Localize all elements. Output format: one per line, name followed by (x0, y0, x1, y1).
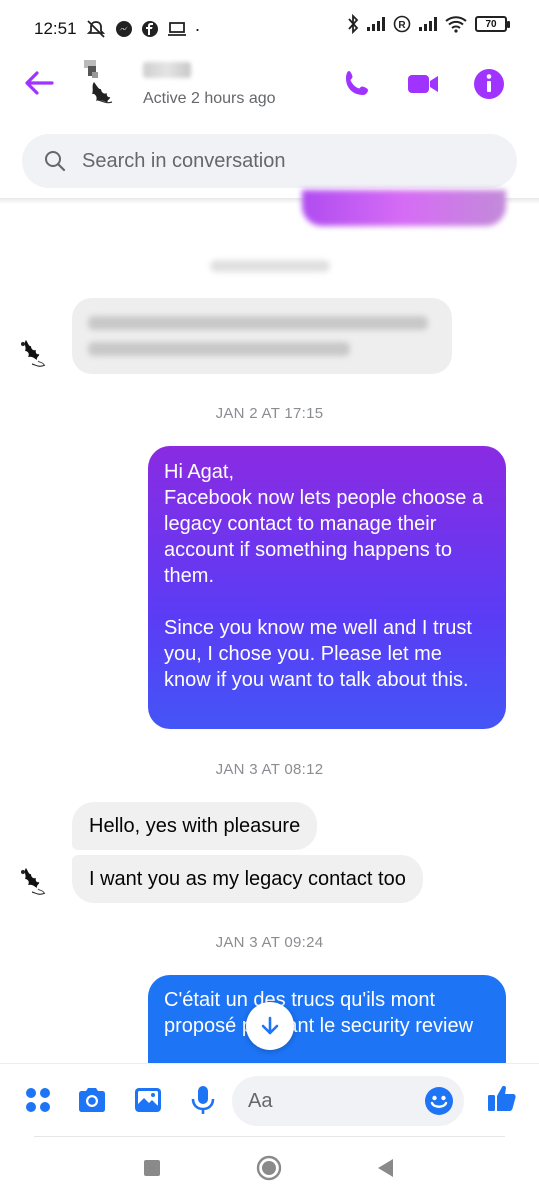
message-date: JAN 3 AT 08:12 (215, 761, 324, 778)
roaming-icon: R (393, 15, 411, 33)
facebook-notification-icon (141, 21, 158, 37)
message-text: C'était un des trucs qu'ils mont proposé… (164, 989, 474, 1037)
active-status: Active 2 hours ago (143, 90, 276, 107)
like-icon[interactable] (486, 1082, 518, 1114)
mute-icon (86, 20, 105, 38)
battery-icon: 70 (475, 16, 510, 32)
status-time: 12:51 (34, 19, 77, 38)
signal-icon-2 (419, 17, 437, 31)
svg-text:R: R (398, 20, 406, 31)
wifi-icon (445, 16, 467, 33)
avatar[interactable] (78, 60, 126, 108)
camera-icon[interactable] (76, 1084, 108, 1116)
laptop-notification-icon (167, 22, 186, 36)
arrow-down-icon (261, 1016, 279, 1035)
scroll-to-bottom-button[interactable] (246, 1002, 294, 1050)
recent-apps-icon[interactable] (138, 1154, 166, 1182)
emoji-icon[interactable] (424, 1086, 454, 1116)
messenger-notification-icon (115, 21, 132, 37)
redacted-message-incoming (72, 298, 452, 374)
home-icon[interactable] (255, 1154, 283, 1182)
phone-icon[interactable] (340, 67, 374, 101)
conversation-header: Active 2 hours ago (0, 58, 539, 120)
message-bubble-incoming[interactable]: I want you as my legacy contact too (72, 855, 423, 903)
message-date: JAN 2 AT 17:15 (215, 405, 324, 422)
message-input[interactable] (248, 1089, 408, 1113)
message-composer (0, 1063, 539, 1137)
message-text: Hello, yes with pleasure (89, 815, 301, 837)
message-date: JAN 3 AT 09:24 (215, 934, 324, 951)
message-text: Hi Agat, Facebook now lets people choose… (164, 461, 484, 691)
message-input-container[interactable] (232, 1076, 464, 1126)
redacted-message-outgoing (302, 190, 506, 226)
avatar[interactable] (14, 334, 54, 374)
message-bubble-outgoing[interactable]: Hi Agat, Facebook now lets people choose… (148, 446, 506, 729)
info-icon[interactable] (472, 67, 506, 101)
search-input[interactable] (82, 149, 462, 173)
message-bubble-incoming[interactable]: Hello, yes with pleasure (72, 802, 318, 850)
status-bar: 12:51 · R 70 (0, 0, 539, 58)
redacted-date (210, 260, 330, 272)
avatar[interactable] (14, 862, 54, 902)
search-bar[interactable] (22, 134, 517, 188)
video-icon[interactable] (406, 67, 440, 101)
back-nav-icon[interactable] (372, 1154, 400, 1182)
image-icon[interactable] (132, 1084, 164, 1116)
system-nav-bar (0, 1140, 539, 1200)
message-bubble-outgoing[interactable]: C'était un des trucs qu'ils mont proposé… (148, 975, 506, 1063)
mic-icon[interactable] (187, 1084, 219, 1116)
message-text: I want you as my legacy contact too (89, 868, 406, 890)
nav-divider (34, 1136, 505, 1137)
menu-dots-icon[interactable] (22, 1084, 54, 1116)
bluetooth-icon (348, 14, 359, 34)
signal-icon (367, 17, 385, 31)
search-icon (45, 151, 66, 172)
more-notifications-dot: · (194, 18, 201, 39)
contact-name-redacted (143, 62, 191, 78)
back-arrow-icon[interactable] (22, 66, 56, 100)
